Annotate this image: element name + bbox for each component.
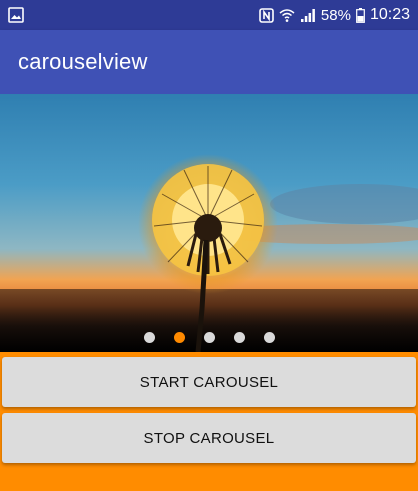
carousel-view[interactable]	[0, 94, 418, 352]
signal-icon	[300, 8, 315, 22]
indicator-dot[interactable]	[143, 331, 155, 343]
indicator-dot[interactable]	[203, 331, 215, 343]
battery-percent: 58%	[320, 6, 351, 24]
carousel-image[interactable]	[0, 94, 418, 352]
status-time: 10:23	[369, 6, 410, 23]
indicator-dot[interactable]	[263, 331, 275, 343]
status-bar: 58% 10:23	[0, 0, 418, 30]
stop-carousel-button[interactable]: STOP CAROUSEL	[2, 413, 416, 463]
status-left	[8, 7, 24, 23]
app-title: carouselview	[18, 49, 148, 74]
wifi-icon	[279, 8, 295, 22]
carousel-indicator	[0, 330, 418, 344]
nfc-icon	[259, 7, 274, 23]
status-right: 58% 10:23	[259, 6, 410, 24]
battery-icon	[356, 7, 365, 23]
start-carousel-button[interactable]: START CAROUSEL	[2, 357, 416, 407]
app-bar: carouselview	[0, 30, 418, 94]
indicator-dot-active[interactable]	[173, 331, 185, 343]
image-notification-icon	[8, 7, 24, 23]
indicator-dot[interactable]	[233, 331, 245, 343]
